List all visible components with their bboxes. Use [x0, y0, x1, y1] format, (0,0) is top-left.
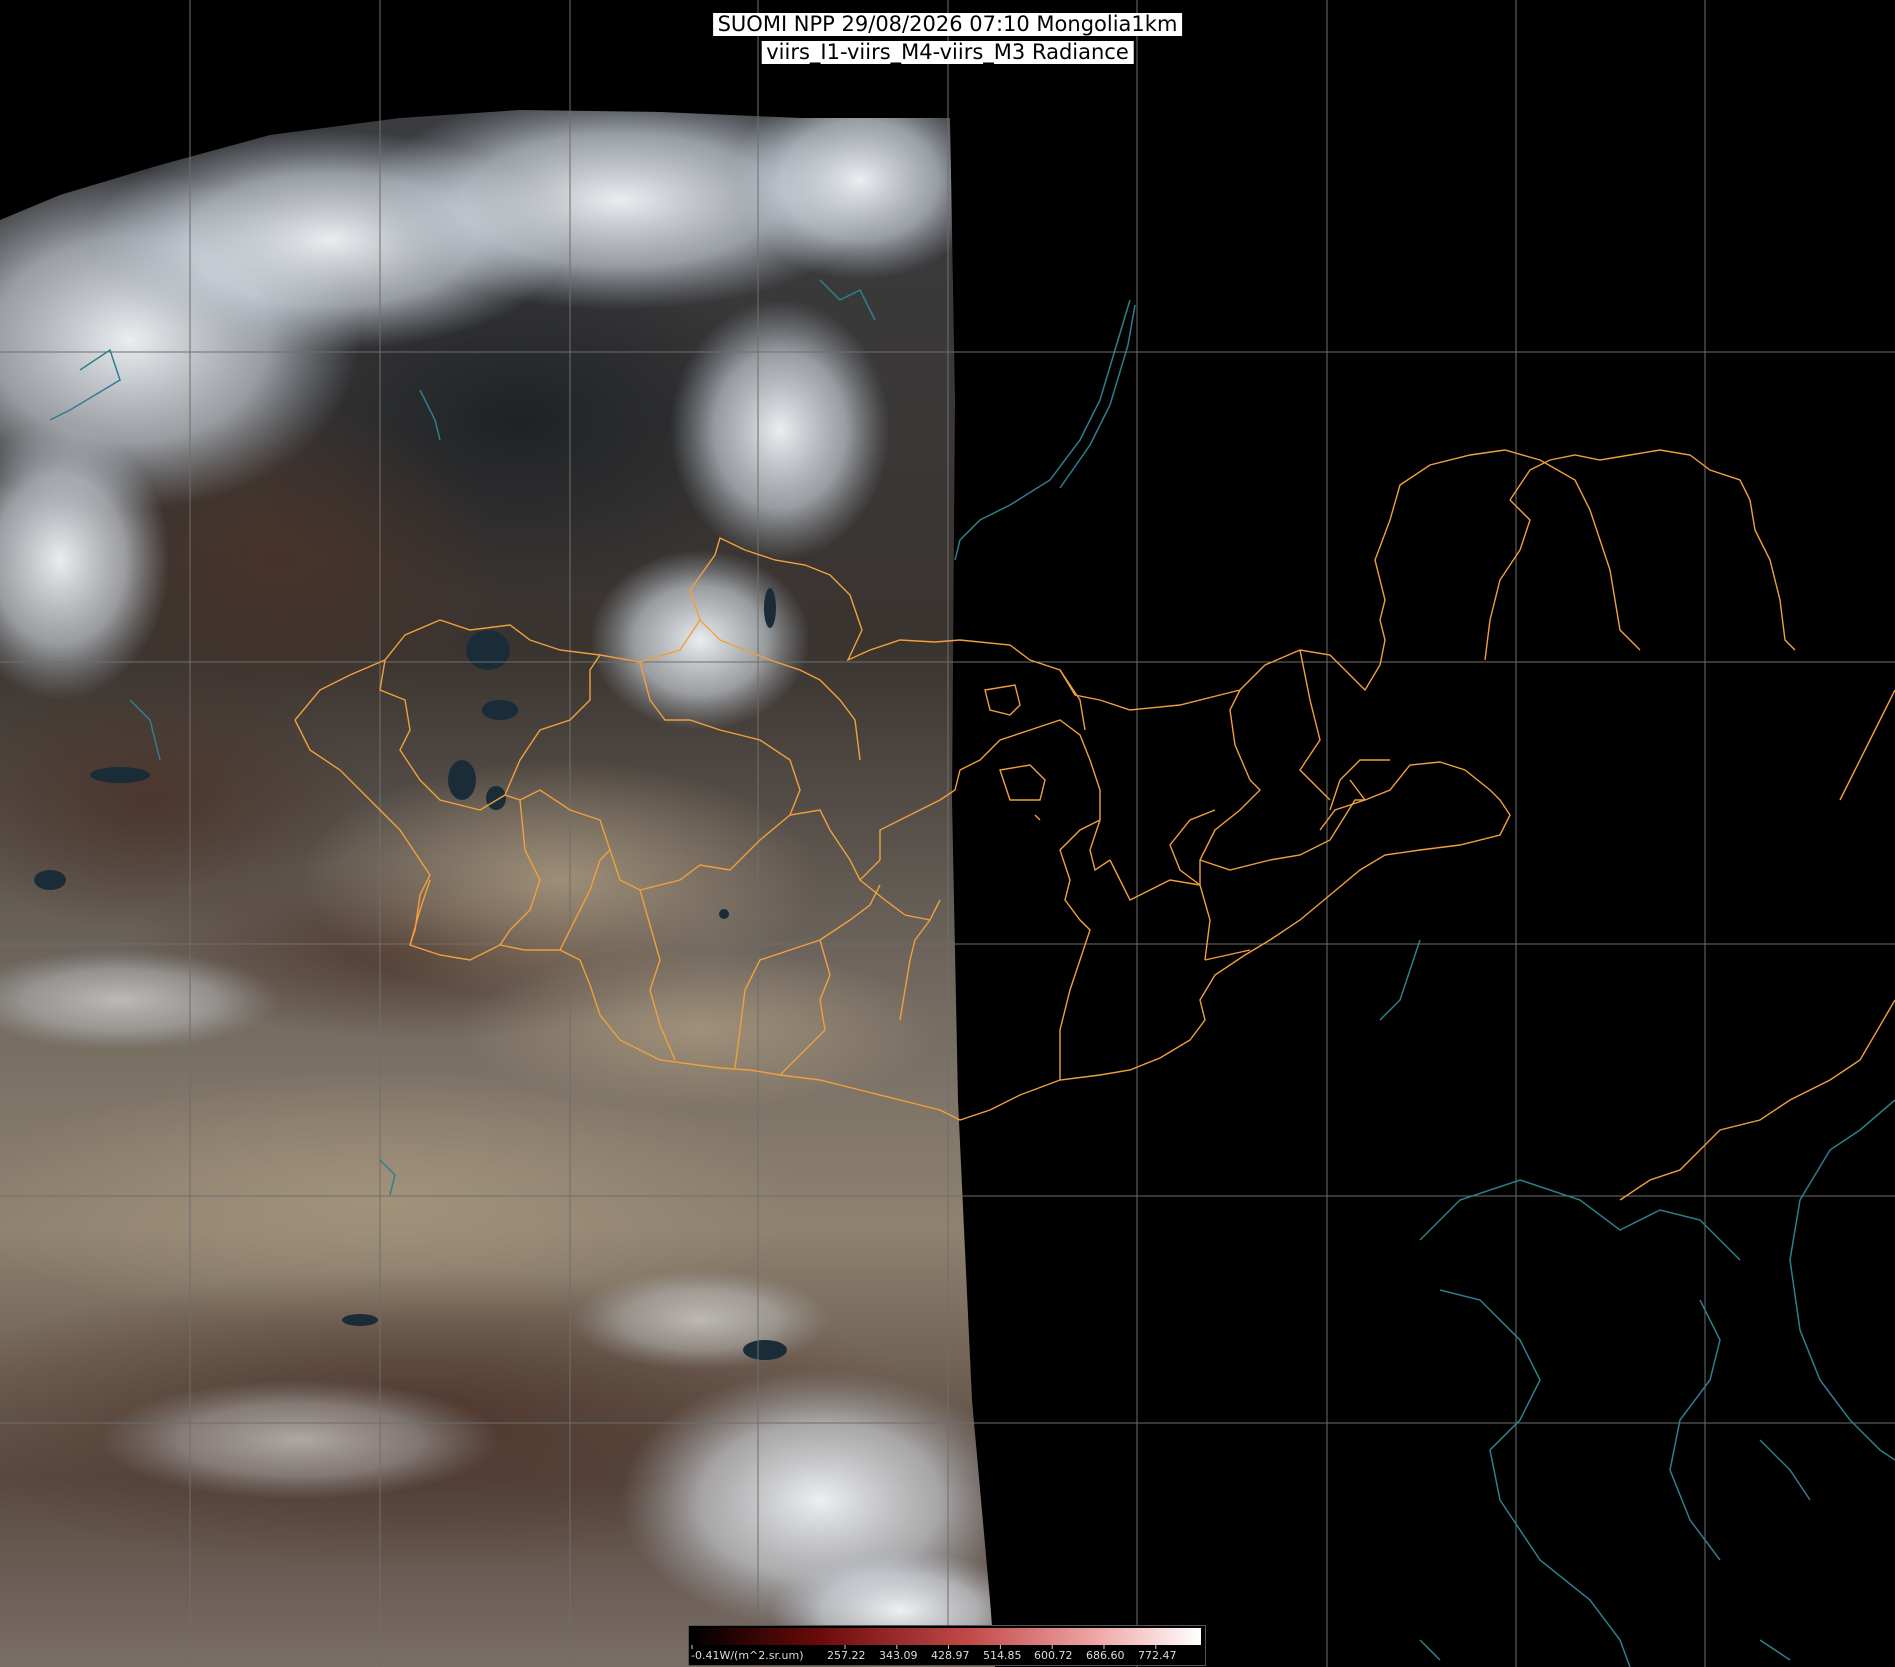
map-title-line1: SUOMI NPP 29/08/2026 07:10 Mongolia1km [712, 13, 1183, 36]
colorbar-unit-label: -0.41W/(m^2.sr.um) [691, 1649, 804, 1662]
colorbar-gradient [691, 1628, 1201, 1645]
satellite-map [0, 0, 1895, 1667]
colorbar-tick-label: 600.72 [1034, 1649, 1073, 1662]
colorbar-tick-label: 257.22 [827, 1649, 866, 1662]
colorbar-tick-label: 514.85 [983, 1649, 1022, 1662]
colorbar-tick-label: 343.09 [879, 1649, 918, 1662]
satellite-image-viewer: SUOMI NPP 29/08/2026 07:10 Mongolia1km v… [0, 0, 1895, 1667]
colorbar-tick-label: 428.97 [931, 1649, 970, 1662]
colorbar-tick-label: 772.47 [1138, 1649, 1177, 1662]
colorbar-legend: -0.41W/(m^2.sr.um) 257.22 343.09 428.97 … [688, 1625, 1206, 1666]
colorbar-labels: -0.41W/(m^2.sr.um) 257.22 343.09 428.97 … [691, 1649, 1201, 1663]
satellite-swath [0, 110, 995, 1667]
map-title-line2: viirs_I1-viirs_M4-viirs_M3 Radiance [761, 41, 1134, 64]
colorbar-tick-label: 686.60 [1086, 1649, 1125, 1662]
